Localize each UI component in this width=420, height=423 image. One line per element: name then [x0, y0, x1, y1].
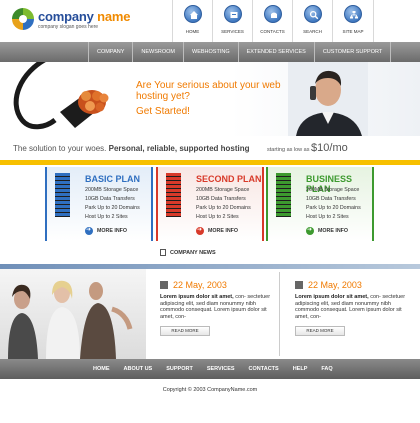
- footer-nav-help[interactable]: HELP: [286, 359, 315, 379]
- businessman-photo: [288, 62, 368, 136]
- arrow-icon: [196, 226, 204, 235]
- plan-feature: Host Up to 2 Sites: [306, 214, 349, 220]
- footer-nav: HOME ABOUT US SUPPORT SERVICES CONTACTS …: [0, 359, 420, 379]
- brand-name[interactable]: company name: [38, 9, 130, 24]
- plan-card-second[interactable]: SECOND PLAN 200MB Storage Space 10GB Dat…: [156, 167, 264, 241]
- main-nav-extended-services[interactable]: EXTENDED SERVICES: [239, 42, 315, 62]
- brand-part1: company: [38, 9, 94, 24]
- plan-feature: 10GB Data Transfers: [85, 196, 135, 202]
- brand-part2: name: [97, 9, 131, 24]
- footer-nav-faq[interactable]: FAQ: [314, 359, 339, 379]
- get-started-link[interactable]: Get Started!: [136, 106, 190, 117]
- news-body: Lorem ipsum dolor sit amet, con- sectetu…: [160, 294, 280, 320]
- plans-section: BASIC PLAN 200MB Storage Space 10GB Data…: [0, 165, 420, 243]
- more-info-link[interactable]: MORE INFO: [196, 226, 239, 235]
- plan-feature: Host Up to 2 Sites: [196, 214, 239, 220]
- copyright: Copyright © 2003 CompanyName.com: [162, 387, 258, 393]
- more-info-label: MORE INFO: [97, 228, 128, 234]
- plan-feature: Park Up to 20 Domains: [196, 205, 251, 211]
- services-icon: [224, 5, 242, 23]
- banner-headline: Are Your serious about your web hosting …: [136, 80, 281, 102]
- footer-nav-support[interactable]: SUPPORT: [159, 359, 200, 379]
- footer-nav-contacts[interactable]: CONTACTS: [242, 359, 286, 379]
- arrow-icon: [85, 226, 93, 235]
- more-info-label: MORE INFO: [318, 228, 349, 234]
- plan-title: BASIC PLAN: [85, 174, 141, 184]
- price-prefix: starting as low as: [267, 147, 310, 153]
- news-icon: [295, 281, 303, 289]
- more-info-link[interactable]: MORE INFO: [306, 226, 349, 235]
- server-icon: [55, 173, 70, 217]
- news-body: Lorem ipsum dolor sit amet, con- sectetu…: [295, 294, 415, 320]
- tagline-lead: The solution to your woes.: [13, 144, 107, 153]
- plan-card-basic[interactable]: BASIC PLAN 200MB Storage Space 10GB Data…: [45, 167, 153, 241]
- news-icon: [160, 281, 168, 289]
- top-nav-label: SERVICES: [221, 29, 244, 34]
- cable-image: [13, 62, 109, 130]
- news-date-text: 22 May, 2003: [173, 280, 227, 290]
- main-nav-webhosting[interactable]: WEBHOSTING: [184, 42, 239, 62]
- news-lead: Lorem ipsum dolor sit amet,: [295, 294, 369, 300]
- news-section-title: COMPANY NEWS: [170, 250, 216, 256]
- news-item: 22 May, 2003 Lorem ipsum dolor sit amet,…: [160, 280, 280, 336]
- plan-feature: Park Up to 20 Domains: [85, 205, 140, 211]
- news-lead: Lorem ipsum dolor sit amet,: [160, 294, 234, 300]
- plan-feature: 10GB Data Transfers: [306, 196, 356, 202]
- column-divider: [279, 272, 280, 356]
- server-icon: [276, 173, 291, 217]
- read-more-button[interactable]: READ MORE: [160, 326, 210, 336]
- slogan: company slogan goes here: [38, 24, 99, 30]
- contacts-icon: [264, 5, 282, 23]
- document-icon: [160, 249, 166, 256]
- news-item: 22 May, 2003 Lorem ipsum dolor sit amet,…: [295, 280, 415, 336]
- plan-feature: 200MB Storage Space: [85, 187, 139, 193]
- site-header: company name company slogan goes here HO…: [0, 0, 420, 42]
- search-icon: [304, 5, 322, 23]
- plan-feature: Host Up to 2 Sites: [85, 214, 128, 220]
- top-nav-services[interactable]: SERVICES: [212, 0, 252, 42]
- tagline-bar: The solution to your woes. Personal, rel…: [0, 136, 420, 162]
- hero-banner: Are Your serious about your web hosting …: [0, 62, 420, 136]
- news-date-text: 22 May, 2003: [308, 280, 362, 290]
- arrow-icon: [306, 226, 314, 235]
- plan-feature: 200MB Storage Space: [306, 187, 360, 193]
- sitemap-icon: [344, 5, 362, 23]
- price-value: $10/mo: [311, 142, 348, 154]
- plan-feature: 200MB Storage Space: [196, 187, 250, 193]
- main-nav-customer-support[interactable]: CUSTOMER SUPPORT: [315, 42, 392, 62]
- team-photo: [0, 269, 146, 359]
- top-nav-sitemap[interactable]: SITE MAP: [332, 0, 374, 42]
- news-date: 22 May, 2003: [160, 280, 280, 290]
- tagline-text: The solution to your woes. Personal, rel…: [13, 144, 250, 153]
- main-nav-company[interactable]: COMPANY: [88, 42, 134, 62]
- news-header: COMPANY NEWS: [0, 243, 420, 265]
- top-nav: HOME SERVICES CONTACTS SEARCH SITE MAP: [172, 0, 374, 42]
- top-nav-label: SITE MAP: [342, 29, 364, 34]
- plan-card-business[interactable]: BUSINESS PLAN 200MB Storage Space 10GB D…: [266, 167, 374, 241]
- main-nav: COMPANY NEWSROOM WEBHOSTING EXTENDED SER…: [0, 42, 420, 62]
- top-nav-contacts[interactable]: CONTACTS: [252, 0, 292, 42]
- more-info-label: MORE INFO: [208, 228, 239, 234]
- top-nav-label: HOME: [185, 29, 200, 34]
- footer-nav-services[interactable]: SERVICES: [200, 359, 242, 379]
- footer-nav-home[interactable]: HOME: [86, 359, 117, 379]
- plan-feature: 10GB Data Transfers: [196, 196, 246, 202]
- home-icon: [184, 5, 202, 23]
- price-info: starting as low as $10/mo: [267, 142, 348, 154]
- main-nav-newsroom[interactable]: NEWSROOM: [133, 42, 185, 62]
- plan-title: SECOND PLAN: [196, 174, 262, 184]
- server-icon: [166, 173, 181, 217]
- logo-icon[interactable]: [12, 8, 34, 30]
- top-nav-label: SEARCH: [303, 29, 322, 34]
- top-nav-search[interactable]: SEARCH: [292, 0, 332, 42]
- news-date: 22 May, 2003: [295, 280, 415, 290]
- top-nav-home[interactable]: HOME: [172, 0, 212, 42]
- more-info-link[interactable]: MORE INFO: [85, 226, 128, 235]
- read-more-button[interactable]: READ MORE: [295, 326, 345, 336]
- tagline-bold: Personal, reliable, supported hosting: [108, 144, 250, 153]
- top-nav-label: CONTACTS: [260, 29, 285, 34]
- footer-nav-about[interactable]: ABOUT US: [117, 359, 160, 379]
- plan-feature: Park Up to 20 Domains: [306, 205, 361, 211]
